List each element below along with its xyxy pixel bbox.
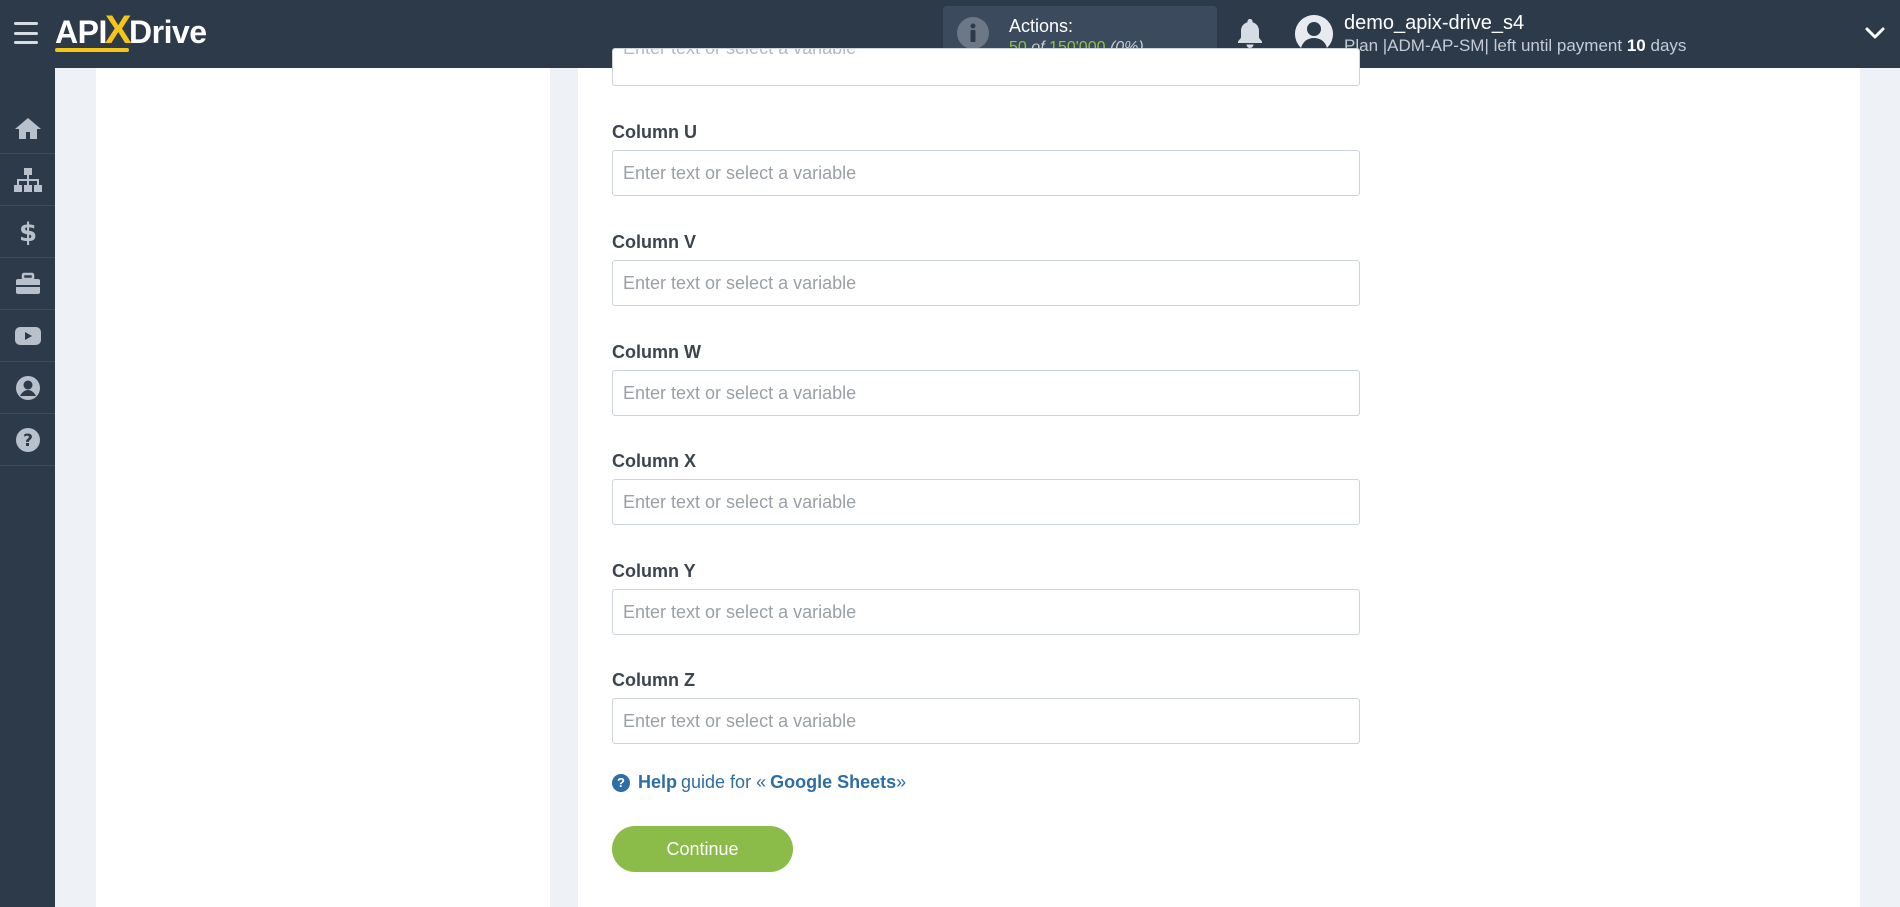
logo-drive-text: Drive [129,13,207,50]
sidebar-item-connections[interactable] [0,154,55,206]
column-u-label: Column U [612,122,697,142]
sidebar: $ ? [0,68,55,907]
home-icon [14,117,41,139]
help-close-quote: » [896,772,907,792]
menu-icon[interactable] [14,22,38,44]
sidebar-item-help[interactable]: ? [0,414,55,466]
username[interactable]: demo_apix-drive_s4 [1344,12,1524,35]
logo-x-text: X [104,7,132,52]
column-w-label: Column W [612,342,701,362]
question-icon: ? [612,773,630,792]
sidebar-item-home[interactable] [0,102,55,154]
sidebar-item-account[interactable] [0,362,55,414]
logo-api-text: API [55,13,107,50]
apix-drive-logo[interactable]: API X Drive [55,8,207,52]
briefcase-icon [15,272,40,294]
plan-text: Plan |ADM-AP-SM| left until payment [1344,36,1623,55]
help-label: Help [638,772,678,792]
column-y-input[interactable] [612,589,1360,635]
sidebar-item-billing[interactable]: $ [0,206,55,258]
plan-days-suffix: days [1650,36,1687,55]
left-panel [96,68,550,907]
plan-days-count: 10 [1626,36,1646,55]
column-y-label: Column Y [612,561,696,581]
logo-underline [55,48,129,52]
plan-info: Plan |ADM-AP-SM| left until payment 10 d… [1344,36,1686,56]
sidebar-item-projects[interactable] [0,258,55,310]
bell-icon[interactable] [1235,17,1265,49]
actions-title: Actions: [1009,16,1074,36]
column-w-input[interactable] [612,370,1360,416]
column-x-label: Column X [612,451,696,471]
column-z-input[interactable] [612,698,1360,744]
column-u-input[interactable] [612,150,1360,196]
sitemap-icon [13,167,42,192]
dollar-icon: $ [19,218,37,246]
column-v-label: Column V [612,232,696,252]
info-icon [957,17,989,49]
help-guide-text: guide for « [681,772,767,792]
continue-button[interactable]: Continue [612,826,793,872]
chevron-down-icon[interactable] [1864,24,1886,42]
svg-text:$: $ [19,218,37,246]
column-v-input[interactable] [612,260,1360,306]
column-x-input[interactable] [612,479,1360,525]
user-icon [15,375,40,400]
help-guide-link[interactable]: ? Help guide for «Google Sheets» [612,772,906,793]
help-service-name: Google Sheets [770,772,897,792]
sidebar-item-video[interactable] [0,310,55,362]
youtube-icon [14,326,41,345]
help-icon: ? [15,427,40,452]
column-z-label: Column Z [612,670,695,690]
svg-text:?: ? [23,431,33,451]
column-t-input[interactable]: Enter text or select a variable [612,48,1360,86]
column-t-placeholder: Enter text or select a variable [623,48,857,58]
